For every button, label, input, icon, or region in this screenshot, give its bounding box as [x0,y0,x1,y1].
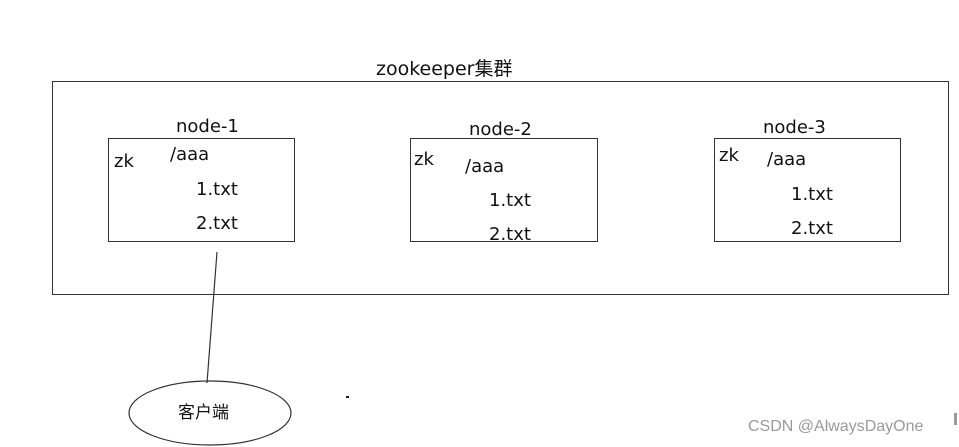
stray-mark [346,396,349,398]
edge-mark [954,413,957,425]
watermark: CSDN @AlwaysDayOne [748,418,924,435]
client-connector-line [206,251,218,384]
connector-layer [128,251,292,446]
client-label: 客户端 [178,403,229,423]
